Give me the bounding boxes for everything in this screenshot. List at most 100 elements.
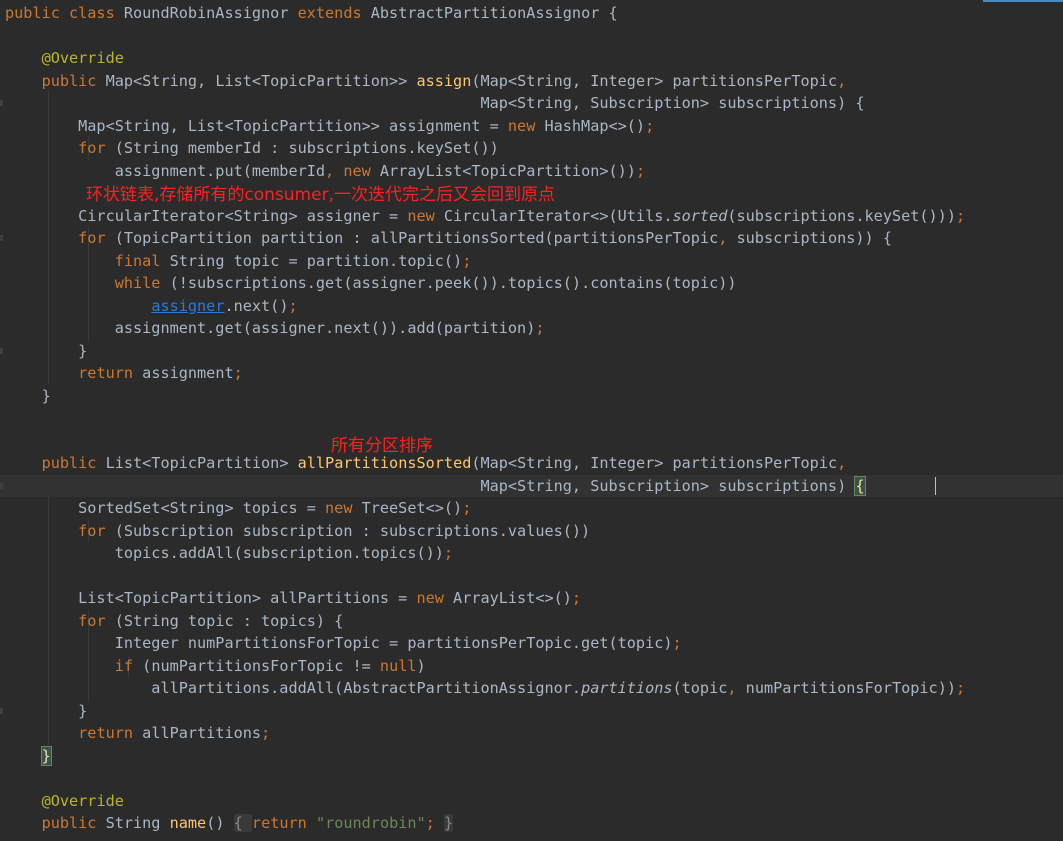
code-token: { [854,475,866,496]
code-token: "roundrobin" [315,814,426,832]
code-token: , [837,454,847,472]
code-token: (String memberId : subscriptions.keySet(… [114,139,499,157]
code-line[interactable]: Map<String, List<TopicPartition>> assign… [0,115,1063,137]
code-token: Map<String, List<TopicPartition>> assign… [5,116,508,135]
code-line[interactable]: return assignment; [0,362,1063,384]
code-token: } [5,341,88,360]
code-token: assign [416,71,472,90]
code-line[interactable]: allPartitions.addAll(AbstractPartitionAs… [0,677,1063,699]
code-line[interactable]: for (TopicPartition partition : allParti… [0,227,1063,249]
code-token: public [41,454,106,472]
code-token: (Map<String, Integer> partitionsPerTopic [471,71,838,90]
code-line[interactable]: } [0,340,1063,362]
code-token: (subscriptions.keySet())) [727,206,956,225]
text-caret [935,476,936,495]
code-token: assignment.put(memberId [5,161,326,180]
code-token: topics.addAll(subscription.topics()) [5,544,444,562]
code-token: ; [443,544,454,562]
code-line[interactable]: return allPartitions; [0,722,1063,744]
code-line[interactable]: final String topic = partition.topic(); [0,250,1063,272]
folded-region[interactable]: } [443,814,454,832]
folded-region[interactable]: { [233,814,252,832]
code-token: new [325,499,362,517]
code-token: ArrayList<TopicPartition>()) [379,161,636,180]
code-line[interactable]: Map<String, Subscription> subscriptions)… [0,474,1063,497]
fold-marker[interactable] [0,347,3,354]
code-token: extends [297,4,371,22]
code-token: , new [325,161,380,180]
code-line[interactable]: Map<String, Subscription> subscriptions)… [0,92,1063,114]
code-token: (numPartitionsForTopic != [142,656,380,675]
code-line[interactable]: CircularIterator<String> assigner = new … [0,205,1063,227]
code-token: allPartitions [142,724,262,742]
code-line[interactable]: topics.addAll(subscription.topics()); [0,542,1063,564]
code-token: for [78,229,115,247]
code-token: AbstractPartitionAssignor { [370,4,618,22]
code-token: final [114,251,170,270]
fold-marker[interactable] [0,100,3,106]
code-token: public class [5,4,124,22]
code-line[interactable]: while (!subscriptions.get(assigner.peek(… [0,272,1063,294]
code-editor[interactable]: 环状链表,存储所有的consumer,一次迭代完之后又会回到原点 所有分区排序 … [0,0,1063,841]
code-line[interactable]: @Override [0,790,1063,812]
code-line[interactable]: SortedSet<String> topics = new TreeSet<>… [0,497,1063,519]
code-token: subscriptions)) { [736,229,892,247]
fold-marker[interactable] [0,707,3,714]
code-line[interactable]: List<TopicPartition> allPartitions = new… [0,587,1063,609]
code-line[interactable]: for (Subscription subscription : subscri… [0,520,1063,542]
code-token: return [78,724,143,742]
code-token: , [837,71,847,90]
code-token: ; [425,814,444,832]
code-line[interactable]: public Map<String, List<TopicPartition>>… [0,70,1063,92]
code-line[interactable] [0,565,1063,587]
code-line[interactable] [0,407,1063,429]
code-line[interactable]: Integer numPartitionsForTopic = partitio… [0,632,1063,654]
code-token: (topic [672,679,728,697]
code-token: while [114,274,170,292]
fold-marker[interactable] [0,235,3,241]
code-token: ; [233,364,243,382]
code-line[interactable]: @Override [0,47,1063,69]
code-line[interactable]: } [0,385,1063,407]
fold-marker[interactable] [0,482,3,489]
code-line[interactable]: if (numPartitionsForTopic != null) [0,655,1063,677]
code-token: String [105,814,170,832]
code-token: } [5,701,88,720]
code-line[interactable]: assigner.next(); [0,295,1063,317]
code-token: Map<String, Subscription> subscriptions)… [5,94,865,112]
code-token: ; [635,161,646,180]
code-token: assignment.get(assigner.next()).add(part… [5,319,536,337]
code-line[interactable]: for (String memberId : subscriptions.key… [0,137,1063,159]
code-line[interactable] [0,25,1063,47]
code-line[interactable] [0,767,1063,789]
code-line[interactable]: } [0,745,1063,767]
code-token: ) [416,656,426,675]
code-token: public [41,71,106,90]
code-line[interactable]: public List<TopicPartition> allPartition… [0,452,1063,474]
code-token: () [206,814,234,832]
code-token: List<TopicPartition> allPartitions = [5,589,417,607]
code-token: for [78,611,115,630]
code-line[interactable]: public String name() { return "roundrobi… [0,812,1063,834]
code-line[interactable]: } [0,700,1063,722]
code-line[interactable]: for (String topic : topics) { [0,610,1063,632]
code-line[interactable]: assignment.put(memberId, new ArrayList<T… [0,160,1063,182]
code-line[interactable]: public class RoundRobinAssignor extends … [0,2,1063,24]
code-line[interactable] [0,430,1063,452]
code-token: assigner [151,296,225,315]
code-token: Integer numPartitionsForTopic = partitio… [5,634,673,652]
code-token: CircularIterator<String> assigner = [5,206,408,225]
code-token: RoundRobinAssignor [123,4,298,22]
code-token: .next() [224,296,289,315]
code-line[interactable] [0,182,1063,204]
code-line[interactable]: assignment.get(assigner.next()).add(part… [0,317,1063,339]
